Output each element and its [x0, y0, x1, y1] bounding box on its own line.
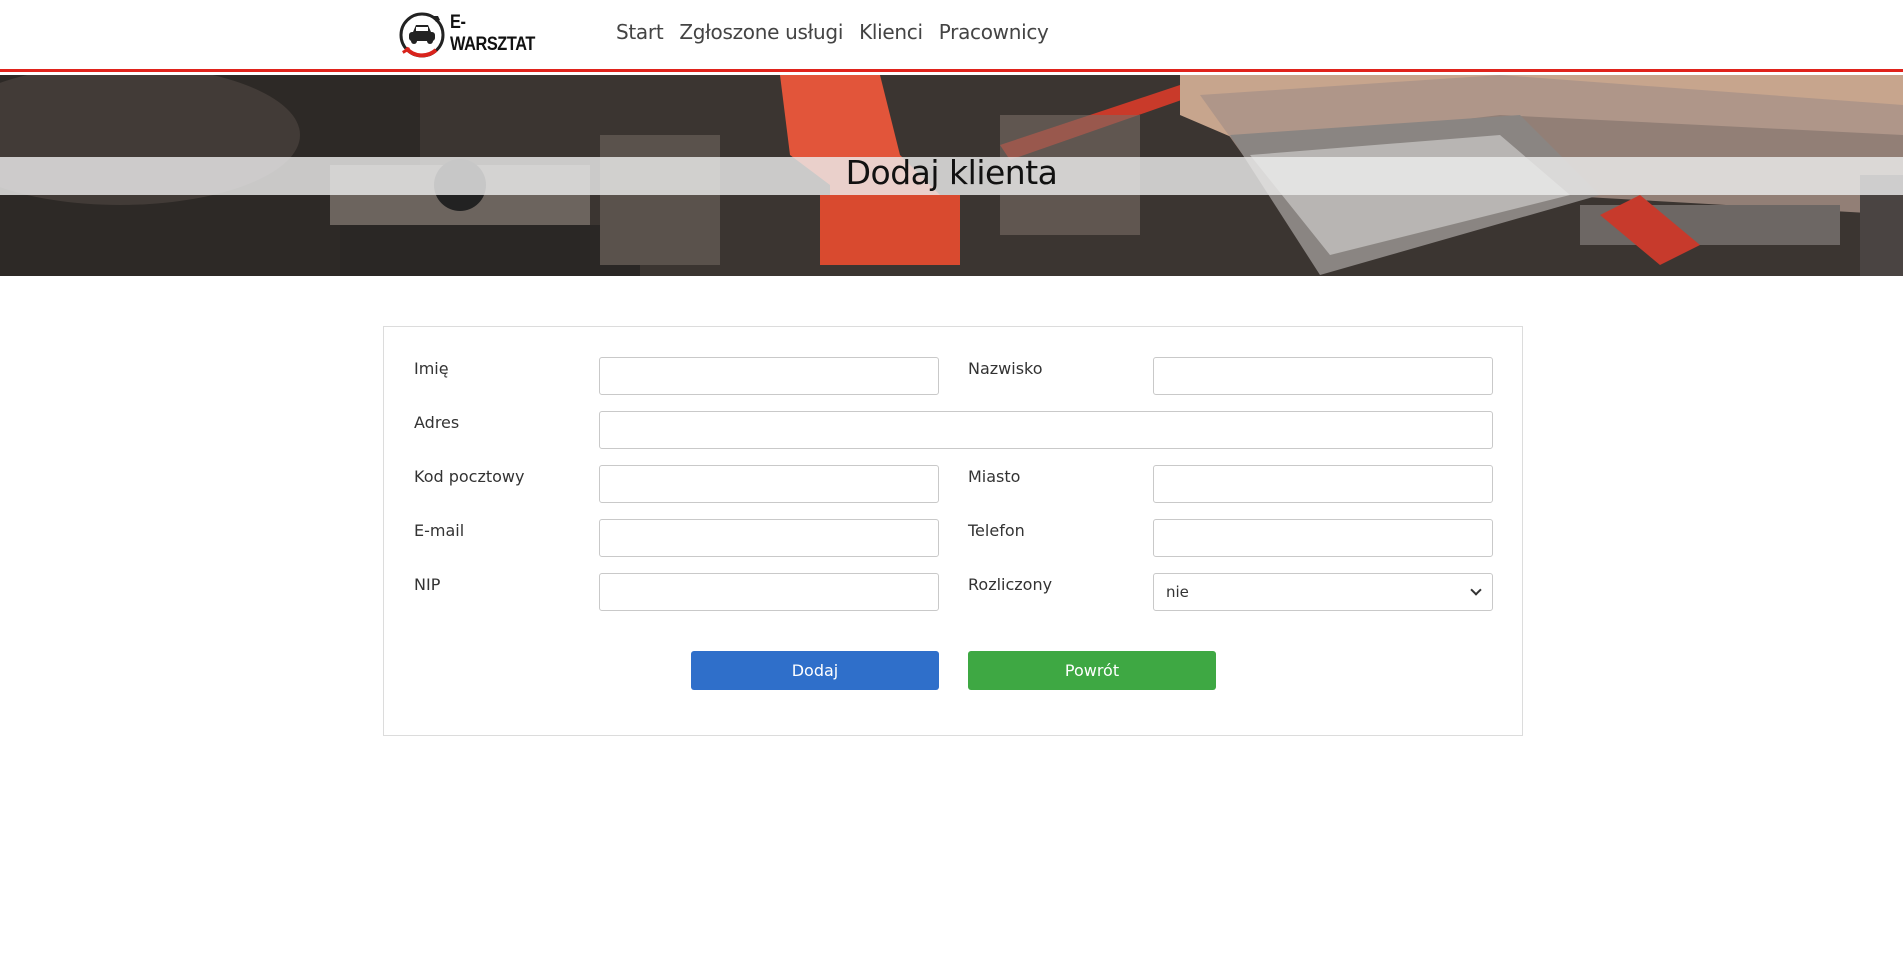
logo-text: E-WARSZTAT — [450, 12, 535, 55]
email-label: E-mail — [414, 521, 465, 540]
first-name-label: Imię — [414, 359, 449, 378]
phone-input[interactable] — [1153, 519, 1493, 557]
logo[interactable]: E-WARSZTAT — [396, 8, 556, 60]
first-name-input[interactable] — [599, 357, 939, 395]
page-title: Dodaj klienta — [845, 153, 1058, 192]
postal-code-label: Kod pocztowy — [414, 467, 525, 486]
nav-item-clients[interactable]: Klienci — [859, 20, 923, 44]
navbar: E-WARSZTAT Start Zgłoszone usługi Klienc… — [0, 0, 1903, 72]
hero-banner: Dodaj klienta — [0, 75, 1903, 276]
main-nav: Start Zgłoszone usługi Klienci Pracownic… — [616, 20, 1065, 44]
address-label: Adres — [414, 413, 460, 432]
last-name-input[interactable] — [1153, 357, 1493, 395]
nip-label: NIP — [414, 575, 441, 594]
back-button[interactable]: Powrót — [968, 651, 1216, 690]
address-input[interactable] — [599, 411, 1493, 449]
nip-input[interactable] — [599, 573, 939, 611]
car-wrench-icon — [396, 8, 448, 60]
settled-select[interactable]: nie — [1153, 573, 1493, 611]
nav-item-reported-services[interactable]: Zgłoszone usługi — [679, 20, 843, 44]
city-input[interactable] — [1153, 465, 1493, 503]
postal-code-input[interactable] — [599, 465, 939, 503]
nav-item-start[interactable]: Start — [616, 20, 664, 44]
email-input[interactable] — [599, 519, 939, 557]
city-label: Miasto — [968, 467, 1021, 486]
chevron-down-icon — [1470, 584, 1482, 596]
last-name-label: Nazwisko — [968, 359, 1043, 378]
settled-select-value: nie — [1166, 583, 1189, 601]
add-button[interactable]: Dodaj — [691, 651, 939, 690]
phone-label: Telefon — [968, 521, 1025, 540]
add-client-form: Imię Nazwisko Adres Kod pocztowy Miasto … — [383, 326, 1523, 736]
nav-item-employees[interactable]: Pracownicy — [939, 20, 1049, 44]
settled-label: Rozliczony — [968, 575, 1053, 594]
